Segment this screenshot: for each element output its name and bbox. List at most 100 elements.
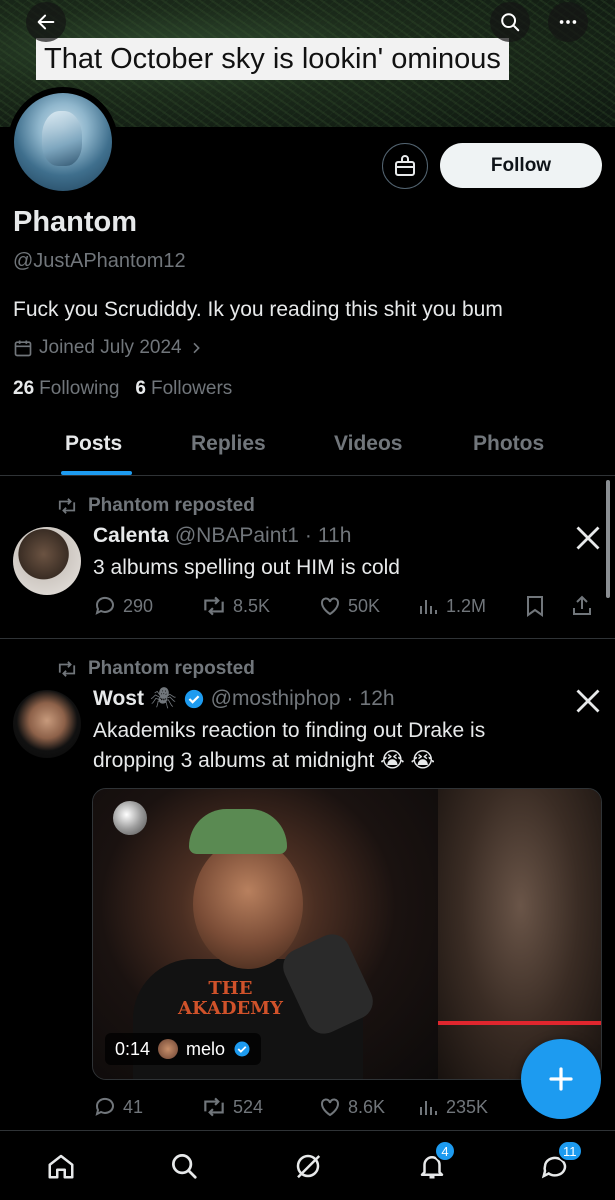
repost-icon (204, 1097, 224, 1117)
profile-handle: @JustAPhantom12 (13, 250, 186, 272)
joined-date[interactable]: Joined July 2024 (13, 337, 204, 359)
followers-count: 6 (135, 378, 146, 399)
nav-messages[interactable]: 11 (537, 1140, 583, 1184)
like-button[interactable]: 8.6K (318, 1095, 416, 1119)
post-author-name[interactable]: Wost (93, 687, 144, 711)
profile-tabs: Posts Replies Videos Photos (0, 424, 615, 476)
calendar-icon (14, 340, 32, 357)
like-count: 8.6K (348, 1096, 386, 1117)
post-time: 12h (359, 687, 395, 710)
active-tab-indicator (61, 471, 132, 475)
repost-button[interactable]: 524 (201, 1096, 318, 1118)
x-logo-icon[interactable] (574, 524, 602, 552)
tab-photos[interactable]: Photos (473, 432, 544, 456)
profile-name: Phantom (13, 206, 138, 238)
banner-caption: That October sky is lookin' ominous (36, 38, 509, 80)
post-item[interactable]: Phantom reposted Wost 🕷 @mosthiphop · 12… (0, 640, 615, 1120)
share-button[interactable] (570, 594, 594, 618)
notifications-badge: 4 (434, 1140, 456, 1162)
reply-icon (95, 1097, 114, 1116)
hoodie-text-line-2: AKADEMY (178, 998, 283, 1019)
views-button[interactable]: 235K (416, 1095, 524, 1119)
bookmark-icon (527, 596, 543, 617)
repost-count: 524 (233, 1096, 264, 1117)
post-text: 3 albums spelling out HIM is cold (93, 556, 400, 579)
like-button[interactable]: 50K (318, 594, 416, 618)
repost-indicator: Phantom reposted (56, 658, 255, 680)
grok-icon (296, 1154, 321, 1179)
nav-notifications[interactable]: 4 (414, 1140, 456, 1184)
bookmark-button[interactable] (524, 594, 570, 618)
post-author-name[interactable]: Calenta (93, 524, 169, 548)
share-icon (573, 595, 591, 615)
messages-badge: 11 (557, 1140, 583, 1162)
followers-link[interactable]: 6 Followers (135, 378, 232, 400)
view-count: 235K (446, 1096, 489, 1117)
gift-button[interactable] (382, 143, 428, 189)
nav-home[interactable] (43, 1148, 79, 1184)
post-time: 11h (317, 524, 352, 547)
post-author-avatar[interactable] (13, 527, 81, 595)
post-author-handle[interactable]: @NBAPaint1 (175, 524, 299, 548)
views-chart-icon (420, 1101, 437, 1115)
search-button[interactable] (490, 2, 530, 42)
post-separator: · (346, 687, 354, 710)
post-header: Wost 🕷 @mosthiphop · 12h (93, 687, 395, 711)
repost-icon (58, 498, 76, 514)
home-icon (48, 1154, 74, 1179)
profile-avatar-frame (8, 87, 118, 197)
person-cap (189, 809, 287, 854)
heart-icon (321, 1098, 339, 1117)
joined-label: Joined July 2024 (39, 337, 182, 358)
profile-bio: Fuck you Scrudiddy. Ik you reading this … (13, 298, 503, 321)
video-info-badge: 0:14 melo (105, 1033, 262, 1065)
video-user-avatar (158, 1039, 179, 1059)
x-logo-icon[interactable] (574, 687, 602, 715)
reply-count: 290 (123, 595, 154, 616)
video-duration: 0:14 (115, 1038, 151, 1059)
post-header: Calenta @NBAPaint1 · 11h (93, 524, 351, 548)
follow-button[interactable]: Follow (440, 143, 602, 188)
tab-posts[interactable]: Posts (65, 432, 122, 456)
views-button[interactable]: 1.2M (416, 594, 524, 618)
post-author-avatar[interactable] (13, 690, 81, 758)
arrow-left-icon (37, 14, 55, 30)
post-separator: · (304, 524, 312, 547)
following-count: 26 (13, 378, 35, 399)
disco-ball (113, 801, 147, 835)
post-item[interactable]: Phantom reposted Calenta @NBAPaint1 · 11… (0, 477, 615, 639)
post-text: Akademiks reaction to finding out Drake … (93, 719, 486, 772)
reply-icon (95, 596, 114, 615)
nav-grok[interactable] (290, 1148, 326, 1184)
like-count: 50K (348, 595, 381, 616)
plus-icon (549, 1067, 573, 1091)
following-link[interactable]: 26 Following (13, 378, 119, 400)
reply-button[interactable]: 290 (93, 594, 201, 618)
repost-label: Phantom reposted (88, 495, 255, 516)
more-dots-icon (559, 20, 577, 24)
views-chart-icon (420, 600, 437, 614)
gift-icon (395, 155, 415, 176)
view-count: 1.2M (446, 595, 487, 616)
reply-count: 41 (123, 1096, 144, 1117)
nav-search[interactable] (166, 1148, 202, 1184)
person-face (193, 839, 303, 969)
follow-stats: 26 Following 6 Followers (13, 378, 232, 400)
search-icon (501, 13, 520, 32)
repost-button[interactable]: 8.5K (201, 595, 318, 617)
repost-icon (58, 661, 76, 677)
tab-replies[interactable]: Replies (191, 432, 266, 456)
compose-post-button[interactable] (521, 1039, 601, 1119)
tab-videos[interactable]: Videos (334, 432, 402, 456)
reply-button[interactable]: 41 (93, 1095, 201, 1119)
post-author-handle[interactable]: @mosthiphop (211, 687, 341, 711)
profile-avatar[interactable] (14, 93, 112, 191)
more-options-button[interactable] (548, 2, 588, 42)
video-red-stripe (438, 1021, 601, 1025)
back-button[interactable] (26, 2, 66, 42)
hoodie-text-line-1: THE (208, 978, 253, 999)
post-video[interactable]: THE AKADEMY 0:14 melo (92, 788, 602, 1080)
followers-label: Followers (150, 378, 233, 399)
hoodie-text: THE AKADEMY (178, 979, 283, 1019)
post-actions: 290 8.5K 50K 1.2M (93, 594, 603, 618)
